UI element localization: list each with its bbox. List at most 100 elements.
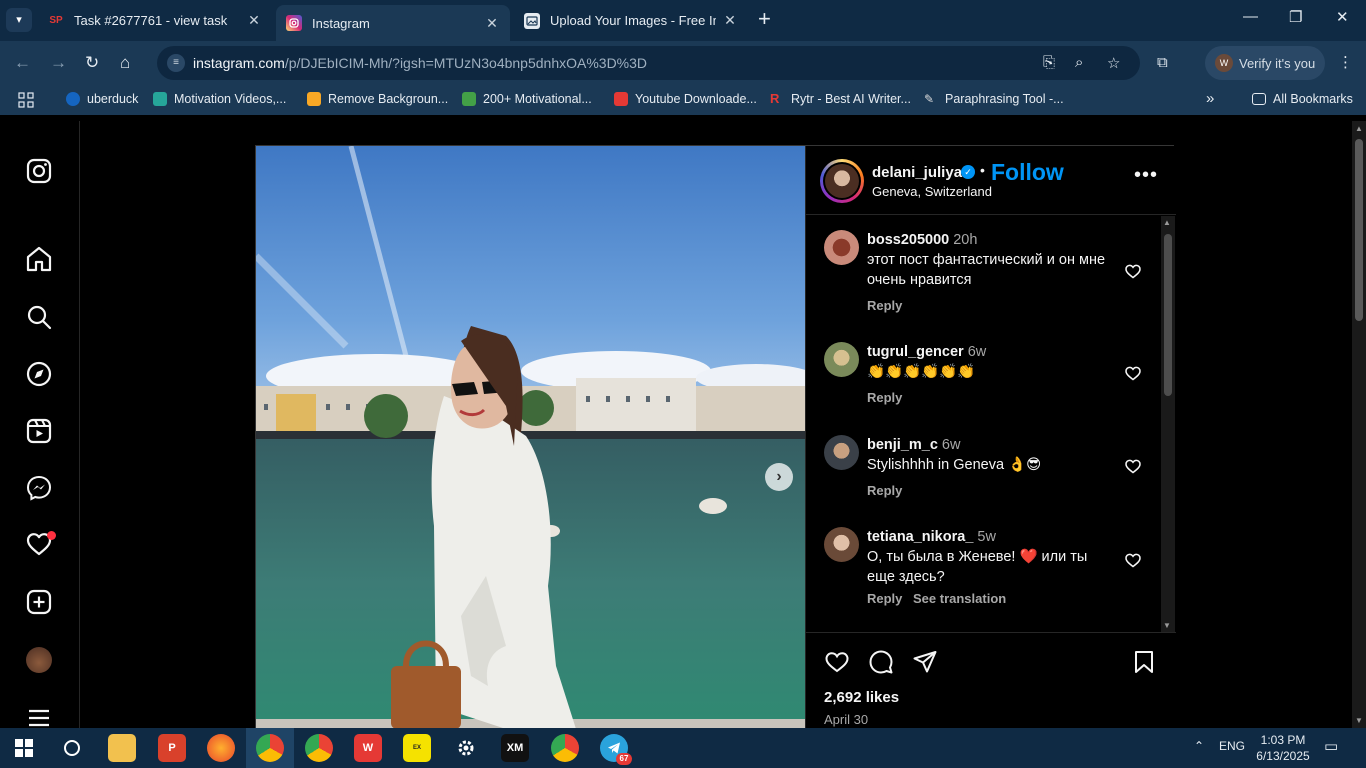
forward-arrow-icon[interactable]: → [50, 53, 67, 73]
back-arrow-icon[interactable]: ← [14, 53, 31, 73]
restore-icon[interactable]: ❐ [1289, 8, 1302, 26]
chrome-alt-profile-icon[interactable] [551, 734, 579, 762]
comment-text: benji_m_c 6w Stylishhhh in Geneva 👌😎 [867, 435, 1107, 475]
comment-username[interactable]: benji_m_c [867, 437, 938, 453]
explore-compass-icon[interactable] [24, 359, 54, 389]
bookmark-youtube-downloader[interactable]: Youtube Downloade... [614, 92, 757, 106]
wps-office-icon[interactable]: W [354, 734, 382, 762]
bookmark-paraphrasing-tool[interactable]: ✎ Paraphrasing Tool -... [924, 92, 1064, 106]
bookmark-motivation-videos[interactable]: Motivation Videos,... [153, 92, 286, 106]
see-translation-button[interactable]: See translation [913, 591, 1006, 606]
author-username[interactable]: delani_juliya [872, 164, 962, 181]
create-post-icon[interactable] [24, 587, 54, 617]
scrollbar-thumb[interactable] [1164, 234, 1172, 396]
exness-icon[interactable]: EX [403, 734, 431, 762]
tab-search-button[interactable]: ▾ [6, 8, 32, 32]
like-comment-heart-icon[interactable] [1124, 262, 1142, 280]
commenter-avatar[interactable] [824, 435, 859, 470]
notification-badge [47, 531, 56, 540]
like-comment-heart-icon[interactable] [1124, 457, 1142, 475]
scroll-down-icon[interactable]: ▼ [1163, 621, 1171, 630]
language-indicator[interactable]: ENG [1219, 739, 1245, 753]
site-info-icon[interactable]: ≡ [167, 54, 185, 72]
reply-button[interactable]: Reply [867, 483, 902, 498]
powerpoint-p-icon[interactable]: P [158, 734, 186, 762]
reels-icon[interactable] [24, 416, 54, 446]
system-clock[interactable]: 1:03 PM 6/13/2025 [1255, 732, 1311, 764]
reply-button[interactable]: Reply [867, 298, 902, 313]
comment-bubble-icon[interactable] [868, 649, 894, 675]
close-window-icon[interactable]: ✕ [1336, 8, 1349, 26]
comment-username[interactable]: tugrul_gencer [867, 344, 964, 360]
instagram-logo-icon[interactable] [24, 156, 54, 186]
bookmark-uberduck[interactable]: uberduck [66, 92, 138, 106]
like-heart-icon[interactable] [824, 649, 850, 675]
bookmark-remove-background[interactable]: Remove Backgroun... [307, 92, 448, 106]
chrome-icon[interactable] [305, 734, 333, 762]
more-menu-icon[interactable] [24, 703, 54, 728]
comment-username[interactable]: boss205000 [867, 232, 949, 248]
reload-icon[interactable]: ↻ [85, 53, 99, 73]
all-bookmarks[interactable]: All Bookmarks [1252, 92, 1353, 106]
save-bookmark-icon[interactable] [1131, 649, 1157, 675]
more-options-icon[interactable]: ••• [1134, 164, 1158, 187]
more-bookmarks-icon[interactable]: » [1206, 90, 1214, 107]
close-icon[interactable]: ✕ [722, 12, 738, 29]
xm-trading-icon[interactable]: XM [501, 734, 529, 762]
tab-task[interactable]: SP Task #2677761 - view task ✕ [38, 5, 272, 36]
profile-avatar[interactable] [26, 647, 52, 673]
like-comment-heart-icon[interactable] [1124, 364, 1142, 382]
home-icon[interactable]: ⌂ [120, 53, 130, 73]
next-photo-chevron-icon[interactable]: › [765, 463, 793, 491]
comment-username[interactable]: tetiana_nikora_ [867, 529, 973, 545]
tab-upload-images[interactable]: Upload Your Images - Free Imag ✕ [514, 5, 748, 36]
post-photo[interactable]: › [256, 146, 805, 728]
search-icon[interactable] [24, 302, 54, 332]
chrome-profile-icon[interactable] [256, 734, 284, 762]
comments-scrollbar[interactable]: ▲ ▼ [1161, 216, 1175, 632]
menu-kebab-icon[interactable]: ⋮ [1338, 53, 1353, 71]
new-tab-button[interactable]: + [758, 8, 771, 30]
install-app-icon[interactable]: ⎘ [1043, 54, 1055, 71]
apps-grid-icon[interactable] [18, 92, 34, 108]
post-location[interactable]: Geneva, Switzerland [872, 184, 992, 199]
likes-count[interactable]: 2,692 likes [824, 689, 899, 706]
bookmark-motivational[interactable]: 200+ Motivational... [462, 92, 592, 106]
scrollbar-thumb[interactable] [1355, 139, 1363, 321]
like-comment-heart-icon[interactable] [1124, 551, 1142, 569]
author-avatar-story-ring[interactable] [820, 159, 864, 203]
messenger-icon[interactable] [24, 473, 54, 503]
scroll-up-icon[interactable]: ▲ [1163, 218, 1171, 227]
scroll-down-icon[interactable]: ▼ [1355, 716, 1363, 725]
file-explorer-icon[interactable] [108, 734, 136, 762]
url-text[interactable]: instagram.com/p/DJEbICIM-Mh/?igsh=MTUzN3… [193, 55, 647, 71]
notifications-center-icon[interactable]: ▭ [1324, 737, 1338, 755]
bookmark-star-icon[interactable]: ☆ [1107, 54, 1120, 72]
minimize-icon[interactable]: — [1243, 8, 1258, 25]
follow-button[interactable]: Follow [991, 159, 1064, 186]
telegram-icon[interactable]: 67 [600, 734, 632, 765]
commenter-avatar[interactable] [824, 230, 859, 265]
close-icon[interactable]: ✕ [246, 12, 262, 29]
zoom-icon[interactable]: ⌕ [1075, 54, 1083, 71]
tray-chevron-icon[interactable]: ⌃ [1194, 739, 1204, 753]
windows-start-icon[interactable] [10, 734, 38, 762]
close-icon[interactable]: ✕ [484, 15, 500, 32]
firefox-icon[interactable] [207, 734, 235, 762]
tab-instagram[interactable]: Instagram ✕ [276, 5, 510, 41]
verify-profile-button[interactable]: W Verify it's you [1205, 46, 1325, 80]
search-circle-icon[interactable] [58, 734, 86, 762]
bookmark-rytr[interactable]: R Rytr - Best AI Writer... [770, 92, 911, 107]
share-send-icon[interactable] [912, 649, 938, 675]
reply-button[interactable]: Reply [867, 390, 902, 405]
scroll-up-icon[interactable]: ▲ [1355, 124, 1363, 133]
home-icon[interactable] [24, 244, 54, 274]
page-scrollbar[interactable]: ▲ ▼ [1352, 121, 1366, 728]
commenter-avatar[interactable] [824, 342, 859, 377]
comment-body: этот пост фантастический и он мне очень … [867, 252, 1106, 288]
address-bar[interactable]: ≡ instagram.com/p/DJEbICIM-Mh/?igsh=MTUz… [157, 46, 1140, 80]
commenter-avatar[interactable] [824, 527, 859, 562]
settings-gear-icon[interactable] [452, 734, 480, 762]
extensions-icon[interactable]: ⧉ [1157, 54, 1168, 71]
reply-button[interactable]: Reply [867, 591, 902, 606]
